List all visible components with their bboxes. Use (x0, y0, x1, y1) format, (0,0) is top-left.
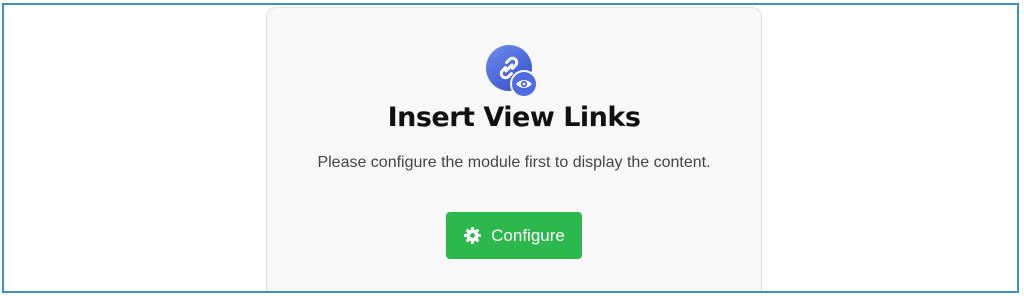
module-title: Insert View Links (387, 102, 641, 133)
configure-message: Please configure the module first to dis… (317, 154, 711, 171)
link-eye-icon (486, 45, 538, 98)
module-placeholder-card: Insert View Links Please configure the m… (266, 7, 762, 291)
configure-button[interactable]: Configure (446, 212, 582, 259)
module-frame: Insert View Links Please configure the m… (2, 3, 1019, 293)
configure-button-label: Configure (491, 225, 565, 245)
gear-icon (464, 227, 481, 244)
eye-icon (510, 70, 538, 98)
